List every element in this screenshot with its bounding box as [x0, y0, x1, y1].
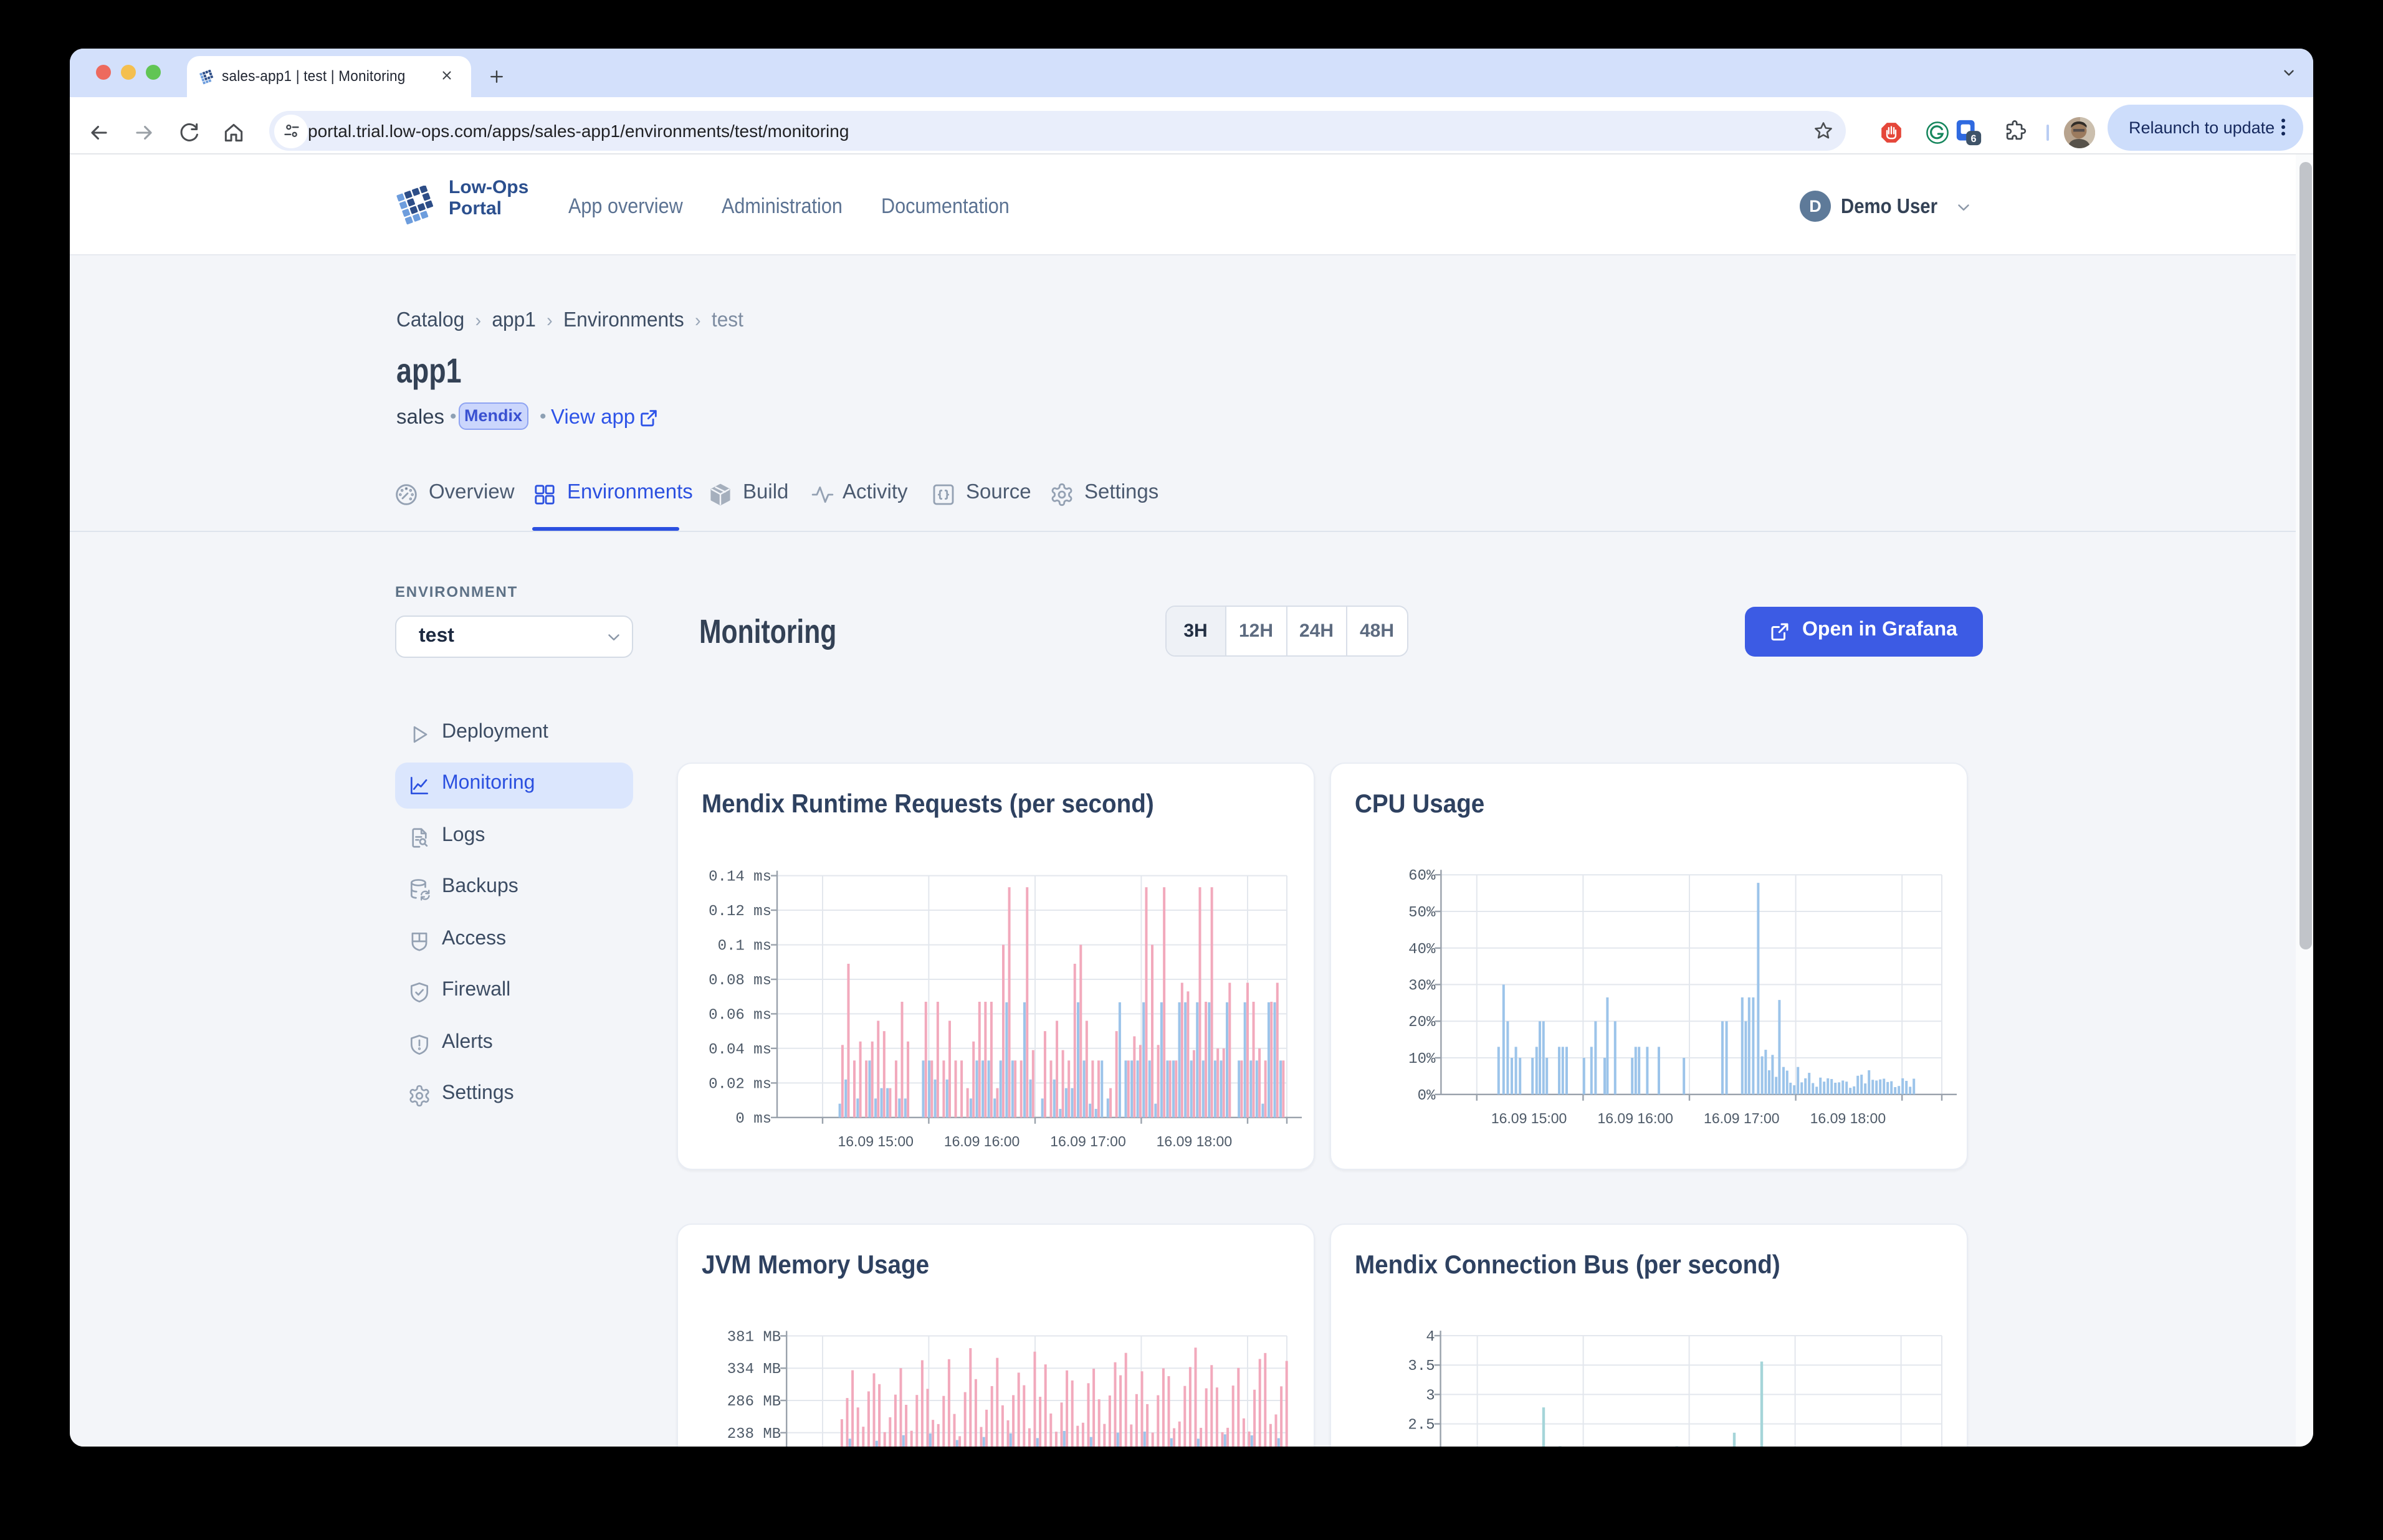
svg-text:10%: 10%: [1408, 1050, 1435, 1067]
svg-text:20%: 20%: [1408, 1014, 1435, 1030]
svg-text:286 MB: 286 MB: [727, 1394, 780, 1410]
svg-text:3: 3: [1425, 1387, 1434, 1404]
svg-text:0.04 ms: 0.04 ms: [708, 1041, 771, 1058]
svg-text:0.08 ms: 0.08 ms: [708, 972, 771, 989]
svg-text:3.5: 3.5: [1407, 1358, 1434, 1375]
svg-text:0.12 ms: 0.12 ms: [708, 903, 771, 920]
svg-text:30%: 30%: [1408, 977, 1435, 994]
svg-text:0.14 ms: 0.14 ms: [708, 868, 771, 885]
svg-text:0%: 0%: [1417, 1087, 1435, 1104]
svg-text:16.09 17:00: 16.09 17:00: [1703, 1110, 1779, 1126]
svg-text:4: 4: [1425, 1329, 1434, 1346]
svg-text:16.09 16:00: 16.09 16:00: [943, 1133, 1020, 1149]
svg-text:16.09 15:00: 16.09 15:00: [1491, 1110, 1567, 1126]
svg-text:50%: 50%: [1408, 904, 1435, 921]
svg-text:60%: 60%: [1408, 867, 1435, 884]
svg-text:16.09 18:00: 16.09 18:00: [1156, 1133, 1232, 1149]
svg-text:0.1 ms: 0.1 ms: [717, 938, 771, 954]
svg-text:334 MB: 334 MB: [727, 1361, 780, 1378]
svg-text:16.09 16:00: 16.09 16:00: [1597, 1110, 1673, 1126]
svg-text:238 MB: 238 MB: [727, 1426, 780, 1443]
svg-text:16.09 18:00: 16.09 18:00: [1810, 1110, 1886, 1126]
svg-text:0.06 ms: 0.06 ms: [708, 1006, 771, 1023]
svg-text:6: 6: [1971, 133, 1977, 144]
svg-text:0 ms: 0 ms: [735, 1110, 771, 1127]
svg-text:0.02 ms: 0.02 ms: [708, 1075, 771, 1092]
svg-text:2.5: 2.5: [1407, 1417, 1434, 1434]
svg-text:16.09 17:00: 16.09 17:00: [1049, 1133, 1125, 1149]
svg-text:16.09 15:00: 16.09 15:00: [837, 1133, 913, 1149]
svg-text:381 MB: 381 MB: [727, 1329, 780, 1346]
svg-text:40%: 40%: [1408, 941, 1435, 958]
